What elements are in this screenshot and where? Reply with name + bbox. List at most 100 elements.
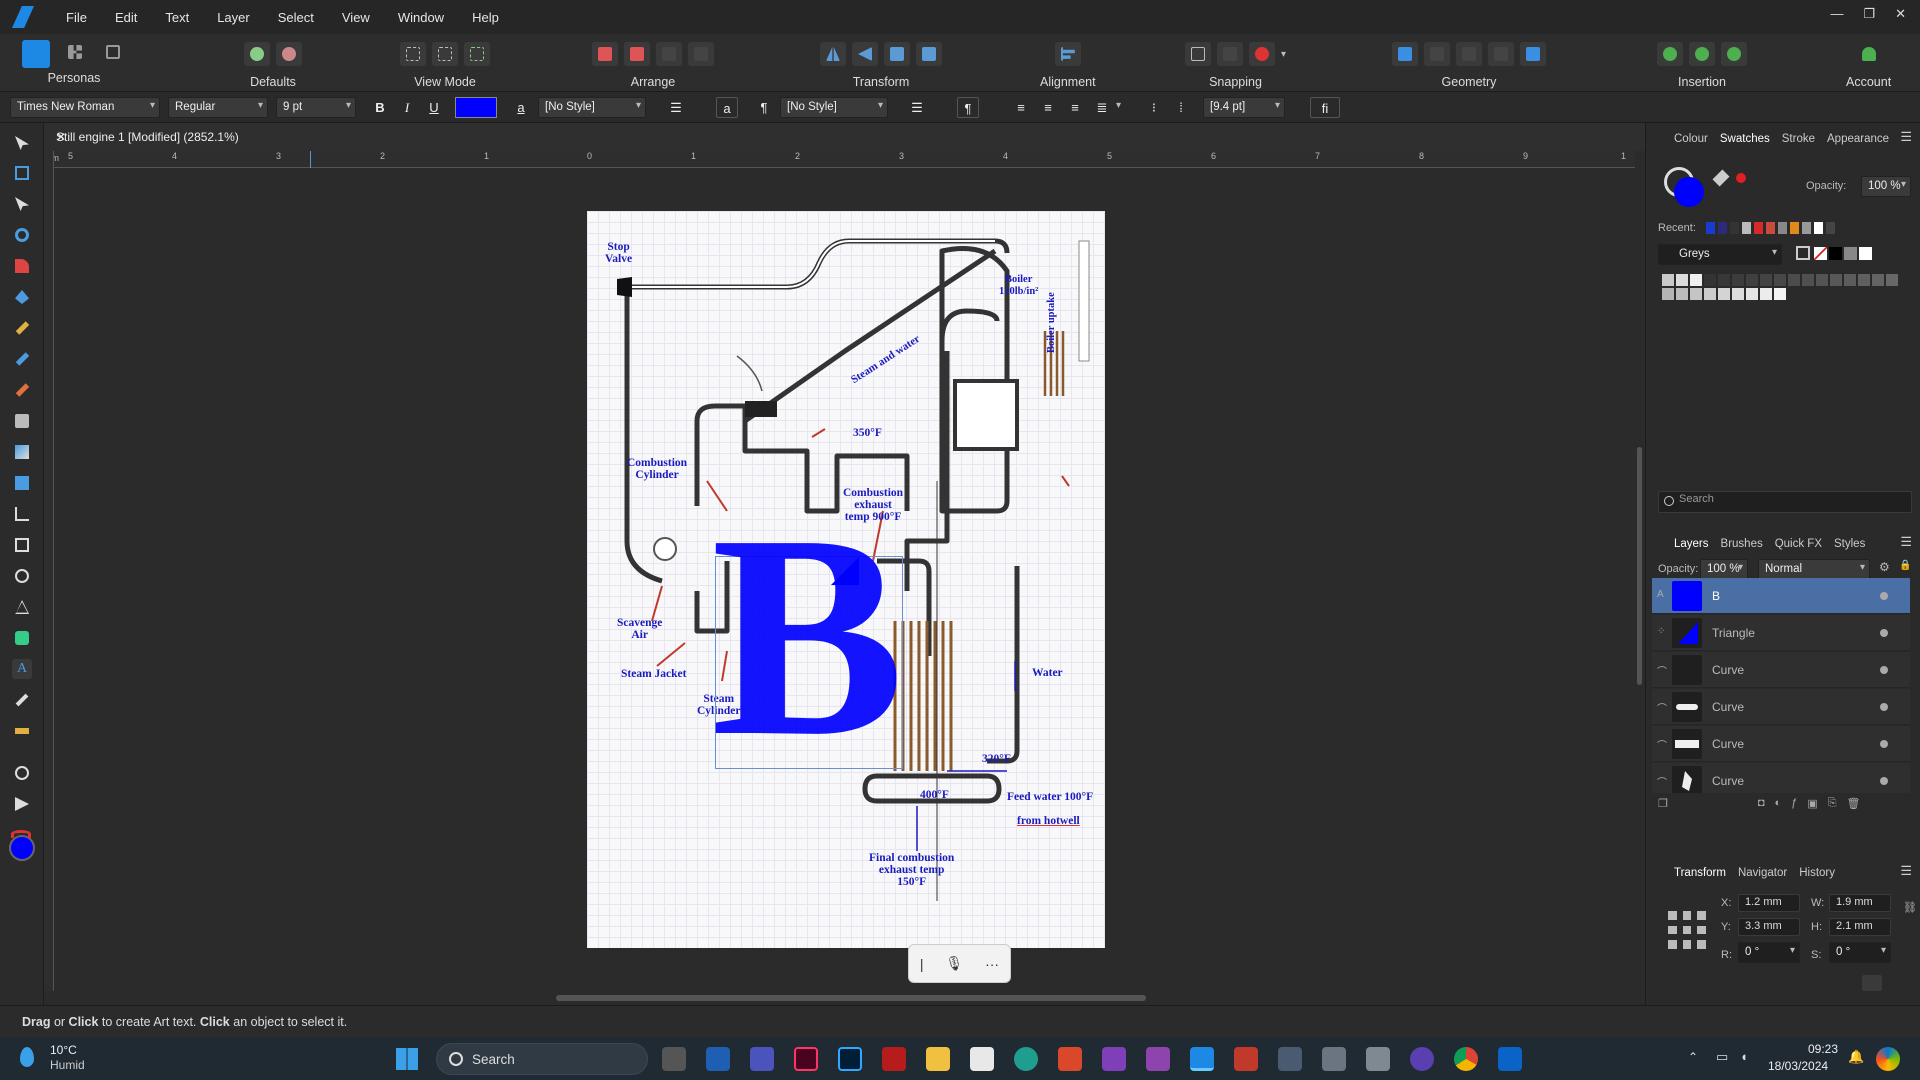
- layer-lock-icon[interactable]: 🔒: [1899, 560, 1911, 571]
- transform-menu-icon[interactable]: ☰: [1900, 863, 1912, 879]
- pencil-tool-icon[interactable]: [12, 318, 32, 338]
- menu-window[interactable]: Window: [384, 10, 458, 25]
- grey-swatch[interactable]: [1858, 274, 1870, 286]
- tab-layers[interactable]: Layers: [1674, 538, 1709, 550]
- rectangle-tool-icon[interactable]: [12, 535, 32, 555]
- adjustment-icon[interactable]: ◐: [1775, 797, 1782, 809]
- copilot-icon[interactable]: [1876, 1047, 1900, 1071]
- account-icon[interactable]: [1856, 42, 1882, 66]
- close-document-icon[interactable]: ✕: [56, 130, 1633, 144]
- recent-color-swatch[interactable]: [1718, 222, 1727, 234]
- stroke-color-well[interactable]: [11, 830, 31, 838]
- grey-swatch[interactable]: [1886, 274, 1898, 286]
- para-style-dropdown[interactable]: [No Style]: [780, 97, 888, 118]
- vertical-scroll-thumb[interactable]: [1637, 447, 1642, 685]
- acrobat-app-icon[interactable]: [970, 1047, 994, 1071]
- recent-color-swatch[interactable]: [1814, 222, 1823, 234]
- vertical-ruler[interactable]: [44, 151, 54, 991]
- layers-menu-icon[interactable]: ☰: [1900, 534, 1912, 550]
- font-family-dropdown[interactable]: Times New Roman: [10, 97, 160, 118]
- eyedropper-icon[interactable]: [1712, 169, 1730, 187]
- fill-tool-icon[interactable]: [12, 411, 32, 431]
- grey-swatch[interactable]: [1718, 274, 1730, 286]
- snapping-grid-icon[interactable]: [1185, 42, 1211, 66]
- mask-icon[interactable]: ◘: [1758, 797, 1765, 809]
- geometry-divide-icon[interactable]: [1520, 42, 1546, 66]
- affinity-designer-icon[interactable]: [1190, 1047, 1214, 1071]
- layer-row[interactable]: AB: [1652, 578, 1910, 614]
- vector-brush-tool-icon[interactable]: [12, 349, 32, 369]
- menu-text[interactable]: Text: [151, 10, 203, 25]
- calculator-icon[interactable]: [1278, 1047, 1302, 1071]
- menu-file[interactable]: File: [52, 10, 101, 25]
- indesign-app-icon[interactable]: [794, 1047, 818, 1071]
- snapping-magnet-icon[interactable]: [1249, 42, 1275, 66]
- view-mode-split-icon[interactable]: [464, 42, 490, 66]
- char-panel-button[interactable]: a: [716, 97, 738, 118]
- layer-row[interactable]: ⁘ Triangle: [1652, 615, 1910, 651]
- link-aspect-icon[interactable]: ⛓: [1903, 901, 1917, 914]
- fill-color-well[interactable]: [9, 835, 35, 861]
- flip-vertical-icon[interactable]: [852, 42, 878, 66]
- grey-swatch[interactable]: [1676, 288, 1688, 300]
- geometry-add-icon[interactable]: [1392, 42, 1418, 66]
- grey-swatch[interactable]: [1732, 274, 1744, 286]
- designer-persona-icon[interactable]: [22, 40, 50, 68]
- recent-color-swatch[interactable]: [1826, 222, 1835, 234]
- palette-options-icon[interactable]: [1796, 246, 1810, 260]
- teams-app-icon[interactable]: [750, 1047, 774, 1071]
- grey-swatch[interactable]: [1872, 274, 1884, 286]
- zoom-tool-icon[interactable]: [12, 763, 32, 783]
- artistic-text-tool-icon[interactable]: A: [12, 659, 32, 679]
- geometry-xor-icon[interactable]: [1488, 42, 1514, 66]
- ellipse-tool-icon[interactable]: [12, 566, 32, 586]
- layer-visibility-icon[interactable]: [1880, 777, 1888, 785]
- palette-dropdown[interactable]: Greys: [1658, 244, 1782, 265]
- arrange-back-icon[interactable]: [592, 42, 618, 66]
- opacity-dropdown[interactable]: 100 %: [1861, 176, 1911, 197]
- search-input[interactable]: Search: [1658, 491, 1912, 513]
- char-style-dropdown[interactable]: [No Style]: [538, 97, 646, 118]
- insert-top-icon[interactable]: [1689, 42, 1715, 66]
- view-tool-icon[interactable]: [12, 794, 32, 814]
- menu-view[interactable]: View: [328, 10, 384, 25]
- view-mode-normal-icon[interactable]: [400, 42, 426, 66]
- taskbar-search[interactable]: Search: [436, 1043, 648, 1075]
- transparency-tool-icon[interactable]: [12, 442, 32, 462]
- arrange-forward-icon[interactable]: [656, 42, 682, 66]
- w-field[interactable]: 1.9 mm: [1829, 894, 1891, 912]
- y-field[interactable]: 3.3 mm: [1738, 918, 1800, 936]
- recent-color-swatch[interactable]: [1742, 222, 1751, 234]
- fill-color-swatch[interactable]: [455, 97, 497, 118]
- transform-origin-button[interactable]: [1862, 975, 1882, 991]
- numbered-list-icon[interactable]: ⁞: [1170, 97, 1192, 118]
- pixel-persona-icon[interactable]: [62, 40, 88, 64]
- leading-dropdown[interactable]: [9.4 pt]: [1203, 97, 1285, 118]
- layer-row[interactable]: ⌒ Curve: [1652, 763, 1910, 793]
- para-style-options-icon[interactable]: ☰: [906, 97, 928, 118]
- close-window-icon[interactable]: ✕: [1895, 6, 1906, 22]
- layer-visibility-icon[interactable]: [1880, 629, 1888, 637]
- align-right-icon[interactable]: ≡: [1064, 97, 1086, 118]
- tab-stroke[interactable]: Stroke: [1782, 133, 1815, 145]
- triangle-tool-icon[interactable]: [12, 597, 32, 617]
- art-text-big-b[interactable]: B: [711, 491, 904, 781]
- recent-color-swatch[interactable]: [1790, 222, 1799, 234]
- grey-swatch[interactable]: [1732, 288, 1744, 300]
- clock-time[interactable]: 09:23: [1782, 1042, 1838, 1056]
- weather-icon[interactable]: [20, 1047, 34, 1067]
- move-tool-icon[interactable]: [12, 133, 32, 153]
- document-tab[interactable]: Still engine 1 [Modified] (2852.1%) ✕: [44, 123, 1645, 151]
- start-button[interactable]: [396, 1048, 418, 1070]
- layer-visibility-icon[interactable]: [1880, 740, 1888, 748]
- tab-brushes[interactable]: Brushes: [1721, 538, 1763, 550]
- add-layer-icon[interactable]: ⎘: [1828, 797, 1837, 810]
- grey-swatch[interactable]: [1774, 288, 1786, 300]
- filezilla-app-icon[interactable]: [882, 1047, 906, 1071]
- italic-button[interactable]: I: [396, 97, 418, 118]
- minimize-icon[interactable]: —: [1830, 6, 1843, 22]
- task-view-icon[interactable]: [662, 1047, 686, 1071]
- justify-dropdown-icon[interactable]: ▾: [1116, 100, 1121, 111]
- rotate-left-icon[interactable]: [884, 42, 910, 66]
- word-app-icon[interactable]: [706, 1047, 730, 1071]
